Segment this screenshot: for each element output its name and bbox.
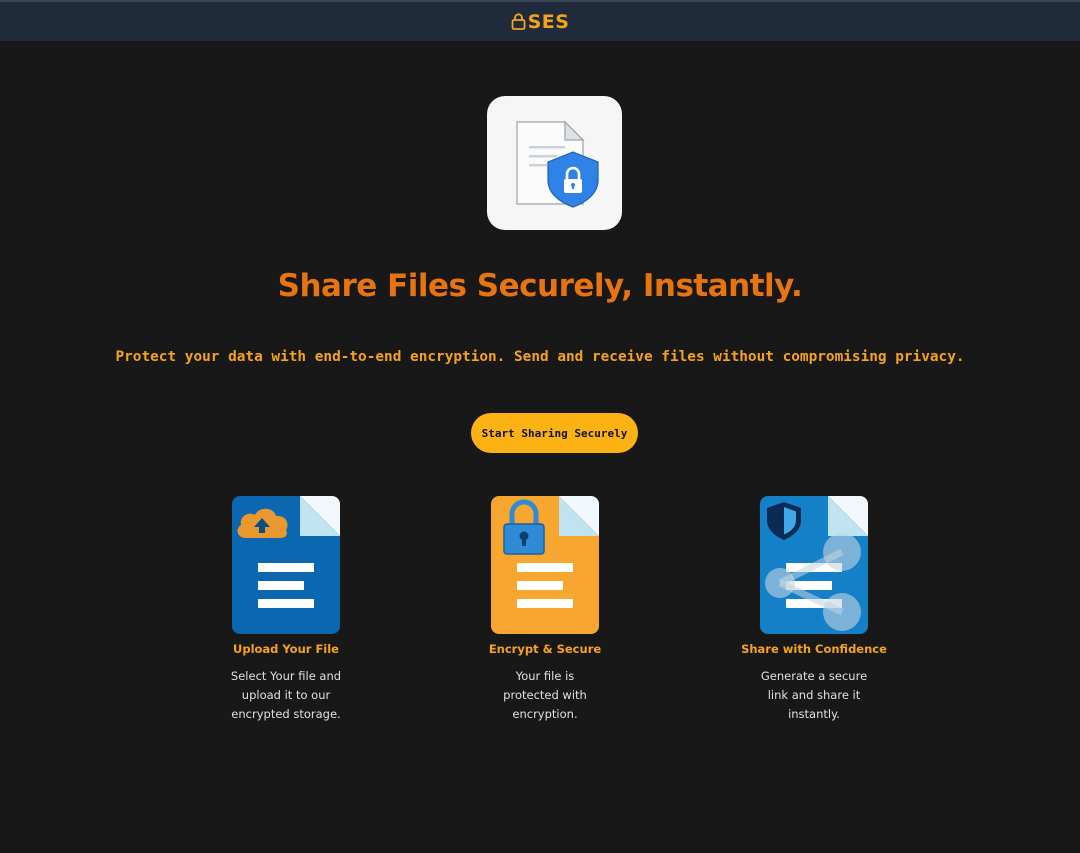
secure-document-icon — [487, 96, 622, 230]
feature-description: Generate a secure link and share it inst… — [760, 669, 868, 721]
feature-encrypt: Encrypt & Secure Your file is protected … — [455, 496, 635, 724]
feature-share: Share with Confidence Generate a secure … — [724, 496, 904, 724]
feature-title: Encrypt & Secure — [488, 642, 602, 656]
brand-name: SES — [527, 10, 570, 33]
hero-title: Share Files Securely, Instantly. — [277, 268, 803, 304]
feature-title: Share with Confidence — [741, 642, 887, 656]
upload-file-icon — [232, 496, 340, 634]
brand-logo[interactable]: SES — [511, 11, 570, 33]
feature-description: Your file is protected with encryption. — [503, 669, 587, 721]
feature-upload: Upload Your File Select Your file and up… — [196, 496, 376, 724]
hero-subtitle: Protect your data with end-to-end encryp… — [115, 349, 965, 365]
feature-title: Upload Your File — [233, 642, 339, 656]
share-file-icon — [760, 496, 868, 634]
encrypt-file-icon — [491, 496, 599, 634]
top-navbar: SES — [0, 0, 1080, 41]
start-sharing-button[interactable]: Start Sharing Securely — [471, 413, 638, 453]
lock-icon — [511, 13, 525, 30]
feature-description: Select Your file and upload it to our en… — [230, 669, 342, 721]
